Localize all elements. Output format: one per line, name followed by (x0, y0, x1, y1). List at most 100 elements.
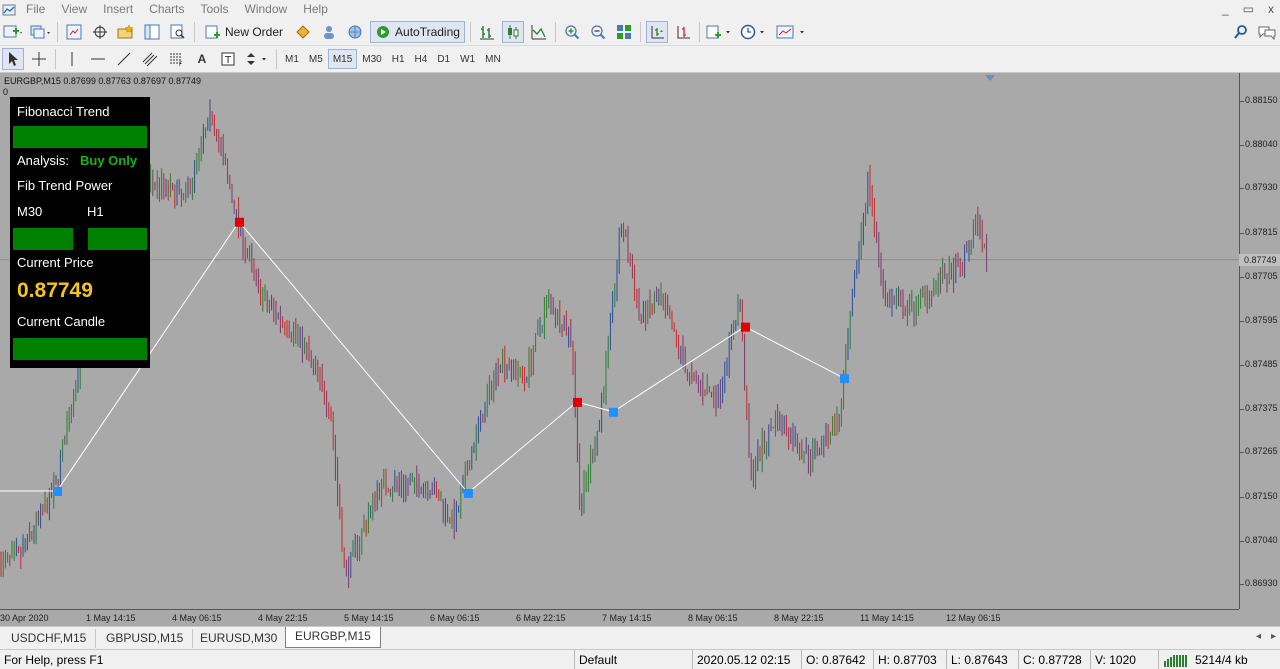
menu-tools[interactable]: Tools (193, 0, 237, 19)
time-axis[interactable]: 30 Apr 2020 1 May 14:15 4 May 06:15 4 Ma… (0, 609, 1239, 626)
signals-button[interactable] (318, 21, 340, 43)
vertical-line-button[interactable] (61, 48, 83, 70)
timeframe-h4[interactable]: H4 (410, 49, 433, 69)
price-axis[interactable]: 0.88150 0.88040 0.87930 0.87815 0.87705 … (1239, 73, 1280, 609)
strategy-tester-button[interactable] (167, 21, 189, 43)
timeframe-m1[interactable]: M1 (280, 49, 304, 69)
swing-high-marker (573, 397, 582, 407)
price-tick: 0.87150 (1240, 491, 1278, 501)
new-chart-button[interactable] (2, 21, 24, 43)
restore-button[interactable]: ▭ (1243, 0, 1254, 19)
fibonacci-icon: F (170, 53, 183, 67)
magnifier-doc-icon (170, 24, 185, 39)
timeframe-mn[interactable]: MN (480, 49, 506, 69)
trendline-button[interactable] (113, 48, 135, 70)
autotrading-button[interactable]: AutoTrading (370, 21, 465, 43)
trend-power-label: Fib Trend Power (17, 178, 113, 193)
timeframe-m5[interactable]: M5 (304, 49, 328, 69)
zoom-in-button[interactable] (561, 21, 583, 43)
status-close: C: 0.87728 (1018, 650, 1082, 669)
cursor-button[interactable] (2, 48, 24, 70)
indicators-button[interactable] (705, 21, 735, 43)
fibonacci-button[interactable]: F (165, 48, 187, 70)
timeframe-w1[interactable]: W1 (455, 49, 480, 69)
timeframe-d1[interactable]: D1 (432, 49, 455, 69)
timeframe-m15[interactable]: M15 (327, 49, 358, 69)
autoscroll-button[interactable] (672, 21, 694, 43)
candlestick-button[interactable] (501, 21, 524, 43)
crosshair-target-icon (93, 25, 107, 39)
chat-button[interactable] (1256, 21, 1278, 43)
svg-text:F: F (179, 61, 183, 67)
tab-gbpusd-m15[interactable]: GBPUSD,M15 (97, 629, 194, 648)
close-button[interactable]: x (1268, 0, 1274, 19)
profiles-icon (30, 25, 50, 39)
text-button[interactable]: A (191, 48, 213, 70)
chart-shift-marker[interactable] (985, 75, 995, 81)
data-window-button[interactable] (89, 21, 111, 43)
swing-low-marker (609, 407, 618, 417)
zoom-out-icon (591, 25, 606, 40)
menu-insert[interactable]: Insert (95, 0, 141, 19)
metaeditor-button[interactable] (292, 21, 314, 43)
new-order-button[interactable]: New Order (200, 21, 288, 43)
chart-header: EURGBP,M15 0.87699 0.87763 0.87697 0.877… (4, 76, 201, 86)
app-icon (2, 4, 16, 15)
price-chart[interactable] (0, 73, 1239, 609)
horizontal-line-button[interactable] (87, 48, 109, 70)
profiles-button[interactable] (28, 21, 52, 43)
zoom-out-button[interactable] (587, 21, 609, 43)
arrows-button[interactable] (243, 48, 271, 70)
menu-file[interactable]: File (18, 0, 53, 19)
current-candle-bar (13, 338, 147, 360)
equidistant-channel-button[interactable] (139, 48, 161, 70)
status-datetime: 2020.05.12 02:15 (692, 650, 790, 669)
status-profile: Default (574, 650, 617, 669)
price-tick: 0.87930 (1240, 182, 1278, 192)
crosshair-button[interactable] (28, 48, 50, 70)
menu-help[interactable]: Help (295, 0, 336, 19)
market-button[interactable] (344, 21, 366, 43)
menu-charts[interactable]: Charts (141, 0, 192, 19)
line-chart-button[interactable] (528, 21, 550, 43)
search-button[interactable] (1230, 21, 1252, 43)
price-tick: 0.87375 (1240, 403, 1278, 413)
toolbar-separator (57, 22, 58, 42)
scroll-right-icon[interactable]: ▸ (1271, 631, 1276, 642)
scroll-left-icon[interactable]: ◂ (1256, 631, 1261, 642)
chart-window[interactable]: EURGBP,M15 0.87699 0.87763 0.87697 0.877… (0, 73, 1280, 626)
line-chart-icon (531, 25, 546, 40)
new-order-label: New Order (225, 25, 284, 39)
market-watch-button[interactable] (63, 21, 85, 43)
analysis-label: Analysis: (17, 153, 70, 168)
time-tick: 4 May 06:15 (172, 613, 222, 623)
panel-title: Fibonacci Trend (17, 104, 110, 119)
menu-bar: File View Insert Charts Tools Window Hel… (0, 0, 1280, 19)
navigator-button[interactable] (115, 21, 137, 43)
swing-low-marker (464, 488, 473, 498)
globe-icon (348, 25, 362, 39)
timeframe-h1[interactable]: H1 (387, 49, 410, 69)
templates-button[interactable] (775, 21, 809, 43)
tile-windows-button[interactable] (613, 21, 635, 43)
toolbar-separator (554, 22, 556, 42)
minimize-button[interactable]: _ (1222, 0, 1229, 19)
chart-shift-button[interactable] (645, 21, 668, 43)
tab-eurgbp-m15[interactable]: EURGBP,M15 (285, 627, 381, 648)
status-connection: 5214/4 kb (1158, 650, 1248, 669)
menu-view[interactable]: View (53, 0, 95, 19)
price-tick: 0.87705 (1240, 271, 1278, 281)
menu-window[interactable]: Window (237, 0, 296, 19)
tab-usdchf-m15[interactable]: USDCHF,M15 (2, 629, 97, 648)
terminal-button[interactable] (141, 21, 163, 43)
user-icon (324, 26, 335, 39)
text-icon: A (197, 52, 207, 66)
tab-eurusd-m30[interactable]: EURUSD,M30 (191, 629, 288, 648)
text-label-button[interactable]: T (217, 48, 239, 70)
bar-chart-button[interactable] (476, 21, 498, 43)
current-price-value: 0.87749 (17, 279, 93, 302)
arrows-icon (247, 53, 266, 65)
market-watch-icon (66, 24, 82, 40)
timeframe-m30[interactable]: M30 (357, 49, 386, 69)
periods-button[interactable] (739, 21, 771, 43)
